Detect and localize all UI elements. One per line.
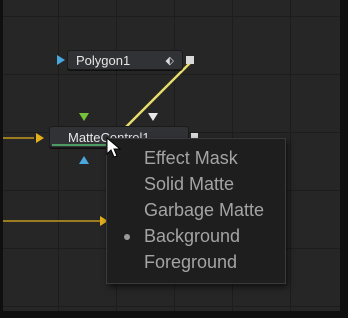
menu-item-label: Garbage Matte	[144, 200, 265, 220]
menu-item-garbage-matte[interactable]: Garbage Matte	[107, 198, 285, 224]
node-editor-canvas[interactable]: Polygon1 ⬖ MatteControl1 Effect Mask Sol…	[0, 0, 348, 318]
effect-mask-input-port[interactable]	[79, 156, 89, 164]
foreground-input-port[interactable]	[79, 113, 89, 121]
polygon-output-port[interactable]	[186, 56, 194, 64]
menu-item-effect-mask[interactable]: Effect Mask	[107, 146, 285, 172]
selected-bullet-icon	[124, 234, 130, 240]
menu-item-label: Effect Mask	[144, 148, 238, 168]
menu-item-foreground[interactable]: Foreground	[107, 250, 285, 276]
mouse-pointer-icon	[106, 137, 122, 158]
polygon-mask-input-port[interactable]	[57, 55, 65, 65]
node-polygon1[interactable]: Polygon1 ⬖	[67, 50, 183, 70]
matte-input-port[interactable]	[148, 113, 158, 121]
menu-item-solid-matte[interactable]: Solid Matte	[107, 172, 285, 198]
polygon-mask-icon: ⬖	[165, 55, 174, 67]
menu-item-background[interactable]: Background	[107, 224, 285, 250]
menu-item-label: Solid Matte	[144, 174, 235, 194]
menu-item-label: Foreground	[144, 252, 238, 272]
input-select-context-menu: Effect Mask Solid Matte Garbage Matte Ba…	[106, 138, 286, 284]
node-polygon1-label: Polygon1	[76, 52, 131, 68]
menu-item-label: Background	[144, 226, 241, 246]
background-input-port[interactable]	[36, 133, 44, 143]
